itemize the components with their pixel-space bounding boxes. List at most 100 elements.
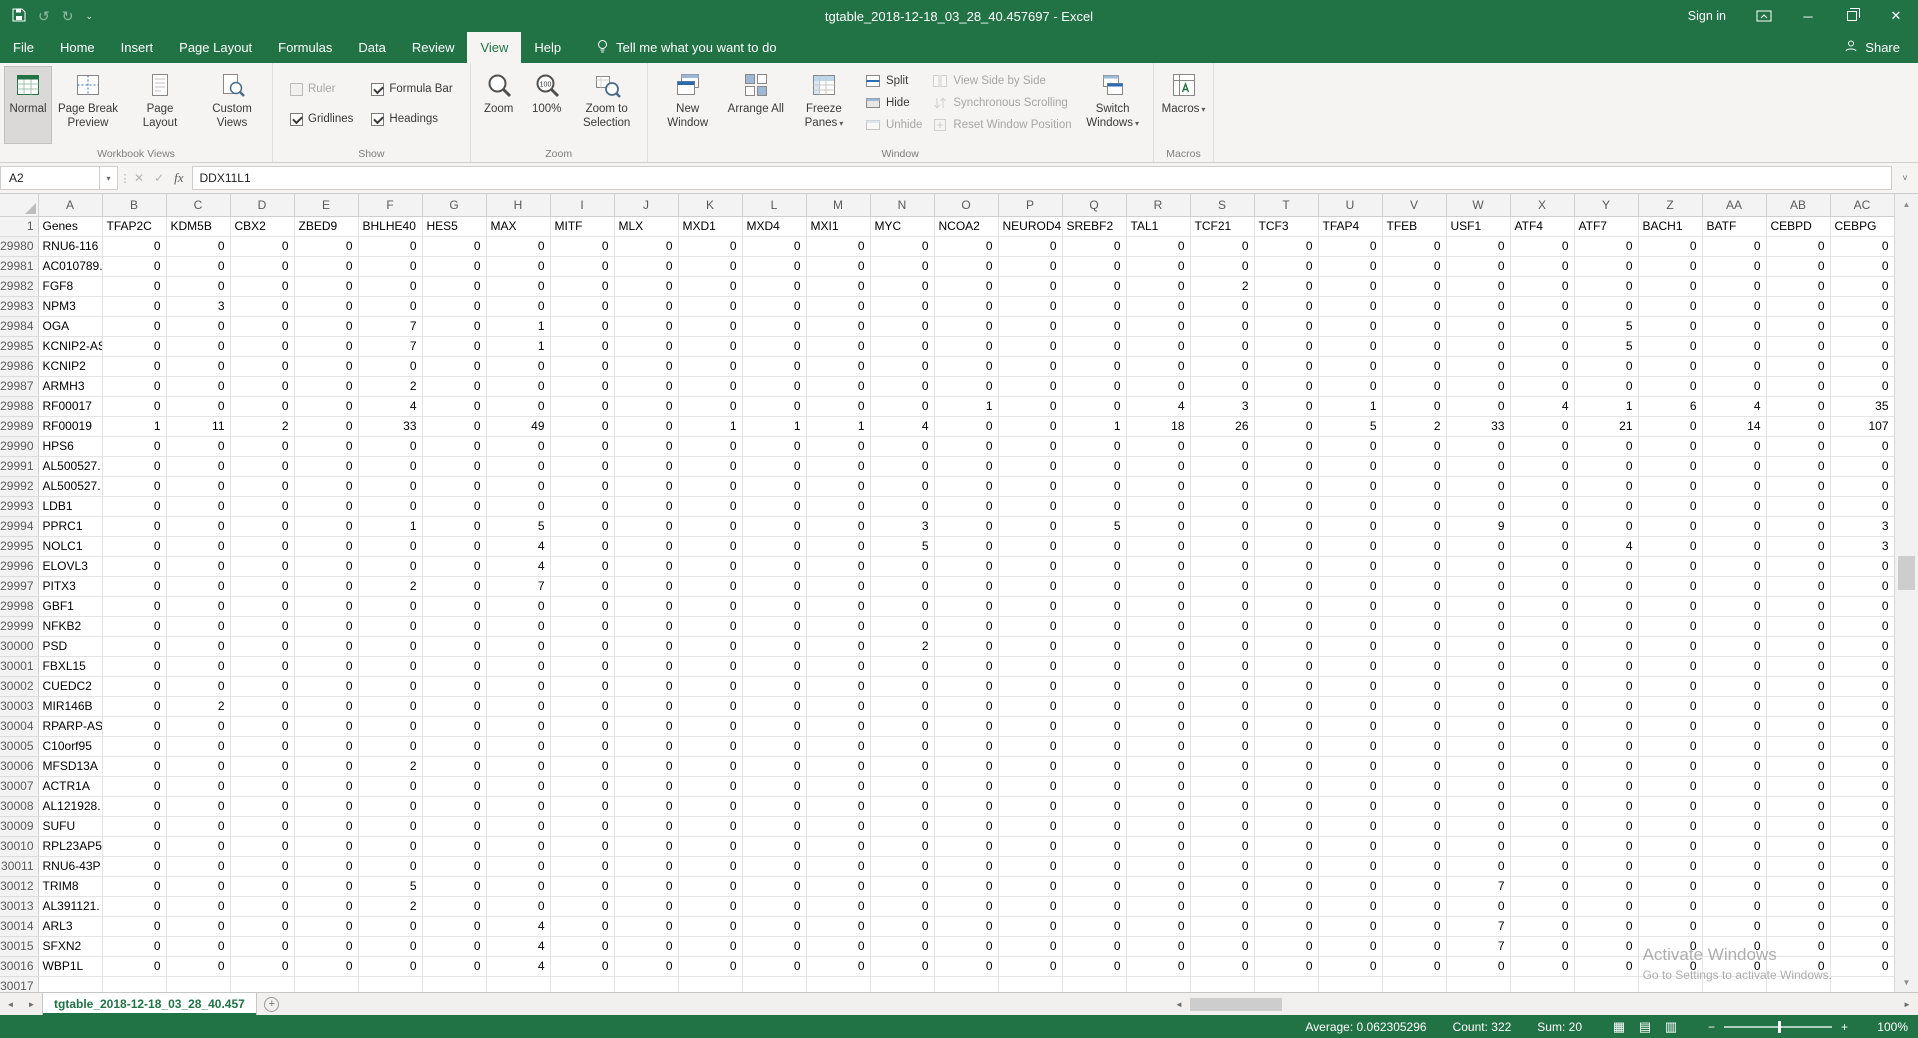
data-cell[interactable]: 0 [422, 316, 487, 337]
data-cell[interactable]: 0 [998, 436, 1063, 457]
data-cell[interactable]: 0 [614, 916, 679, 937]
data-cell[interactable]: 0 [1638, 616, 1703, 637]
data-cell[interactable]: 0 [1126, 656, 1191, 677]
data-cell[interactable]: 0 [1510, 316, 1575, 337]
row-header-30000[interactable]: 30000 [0, 636, 39, 657]
data-cell[interactable]: 0 [742, 836, 807, 857]
data-cell[interactable]: 0 [614, 276, 679, 297]
gene-cell[interactable]: PSD [38, 636, 103, 657]
data-cell[interactable]: 0 [678, 676, 743, 697]
data-cell[interactable]: 0 [294, 596, 359, 617]
row-header-29992[interactable]: 29992 [0, 476, 39, 497]
gene-cell[interactable]: NPM3 [38, 296, 103, 317]
data-cell[interactable]: 0 [1382, 336, 1447, 357]
data-cell[interactable]: 0 [614, 376, 679, 397]
data-cell[interactable]: 0 [1382, 516, 1447, 537]
data-cell[interactable]: 0 [614, 696, 679, 717]
data-cell[interactable]: 0 [934, 556, 999, 577]
data-cell[interactable]: 0 [1830, 956, 1894, 977]
data-cell[interactable]: 0 [1830, 456, 1894, 477]
data-cell[interactable]: 0 [1382, 656, 1447, 677]
data-cell[interactable]: 0 [806, 476, 871, 497]
gene-cell[interactable]: ARMH3 [38, 376, 103, 397]
data-cell[interactable]: 0 [166, 476, 231, 497]
data-cell[interactable]: 0 [230, 476, 295, 497]
data-cell[interactable]: 0 [1766, 916, 1831, 937]
data-cell[interactable]: 0 [102, 336, 167, 357]
header-cell[interactable]: MAX [486, 216, 551, 237]
data-cell[interactable]: 0 [998, 916, 1063, 937]
page-layout-view-shortcut-icon[interactable]: ▤ [1634, 1018, 1656, 1035]
data-cell[interactable]: 0 [870, 656, 935, 677]
data-cell[interactable]: 0 [1702, 696, 1767, 717]
header-cell[interactable]: TFEB [1382, 216, 1447, 237]
data-cell[interactable]: 0 [294, 776, 359, 797]
data-cell[interactable]: 0 [998, 356, 1063, 377]
data-cell[interactable]: 0 [1510, 716, 1575, 737]
data-cell[interactable]: 0 [1254, 336, 1319, 357]
gene-cell[interactable]: RF00017 [38, 396, 103, 417]
data-cell[interactable]: 0 [1638, 916, 1703, 937]
data-cell[interactable]: 0 [1062, 916, 1127, 937]
data-cell[interactable]: 0 [1318, 796, 1383, 817]
row-header-30010[interactable]: 30010 [0, 836, 39, 857]
data-cell[interactable]: 0 [1254, 296, 1319, 317]
data-cell[interactable]: 0 [1830, 716, 1894, 737]
data-cell[interactable]: 0 [1318, 516, 1383, 537]
data-cell[interactable]: 0 [1510, 476, 1575, 497]
data-cell[interactable]: 0 [870, 356, 935, 377]
data-cell[interactable]: 0 [422, 776, 487, 797]
data-cell[interactable]: 0 [486, 256, 551, 277]
gene-cell[interactable]: TRIM8 [38, 876, 103, 897]
ribbon-display-options-icon[interactable] [1742, 0, 1786, 32]
data-cell[interactable]: 0 [1254, 276, 1319, 297]
data-cell[interactable]: 0 [1574, 896, 1639, 917]
data-cell[interactable]: 0 [1446, 776, 1511, 797]
data-cell[interactable]: 0 [1318, 256, 1383, 277]
data-cell[interactable]: 0 [1702, 616, 1767, 637]
data-cell[interactable]: 0 [614, 336, 679, 357]
data-cell[interactable]: 0 [1510, 736, 1575, 757]
data-cell[interactable]: 0 [550, 656, 615, 677]
tab-page-layout[interactable]: Page Layout [166, 32, 265, 63]
data-cell[interactable]: 0 [102, 876, 167, 897]
data-cell[interactable]: 0 [742, 616, 807, 637]
data-cell[interactable]: 0 [614, 356, 679, 377]
header-cell[interactable]: TAL1 [1126, 216, 1191, 237]
data-cell[interactable]: 0 [550, 776, 615, 797]
data-cell[interactable]: 1 [358, 516, 423, 537]
data-cell[interactable]: 0 [870, 316, 935, 337]
data-cell[interactable]: 0 [102, 656, 167, 677]
data-cell[interactable]: 0 [742, 696, 807, 717]
data-cell[interactable]: 0 [1830, 236, 1894, 257]
header-cell[interactable]: TFAP4 [1318, 216, 1383, 237]
data-cell[interactable]: 0 [1510, 876, 1575, 897]
ruler-checkbox[interactable]: Ruler [285, 78, 358, 100]
data-cell[interactable]: 0 [1318, 696, 1383, 717]
data-cell[interactable]: 0 [294, 676, 359, 697]
data-cell[interactable]: 0 [806, 396, 871, 417]
data-cell[interactable]: 0 [1638, 956, 1703, 977]
data-cell[interactable]: 0 [166, 856, 231, 877]
data-cell[interactable]: 0 [1510, 936, 1575, 957]
data-cell[interactable]: 0 [358, 296, 423, 317]
column-header-AB[interactable]: AB [1766, 194, 1831, 217]
data-cell[interactable]: 0 [1446, 896, 1511, 917]
data-cell[interactable]: 0 [102, 476, 167, 497]
data-cell[interactable]: 0 [422, 556, 487, 577]
data-cell[interactable]: 0 [1702, 336, 1767, 357]
data-cell[interactable]: 3 [870, 516, 935, 537]
data-cell[interactable]: 0 [1318, 236, 1383, 257]
data-cell[interactable]: 0 [1062, 476, 1127, 497]
zoom-slider-thumb[interactable] [1778, 1020, 1781, 1033]
data-cell[interactable]: 0 [486, 696, 551, 717]
data-cell[interactable]: 0 [806, 316, 871, 337]
data-cell[interactable]: 0 [1190, 516, 1255, 537]
data-cell[interactable]: 0 [614, 616, 679, 637]
data-cell[interactable]: 0 [1126, 716, 1191, 737]
data-cell[interactable]: 0 [102, 536, 167, 557]
data-cell[interactable]: 0 [166, 776, 231, 797]
gene-cell[interactable]: OGA [38, 316, 103, 337]
data-cell[interactable]: 0 [934, 876, 999, 897]
data-cell[interactable]: 0 [678, 856, 743, 877]
